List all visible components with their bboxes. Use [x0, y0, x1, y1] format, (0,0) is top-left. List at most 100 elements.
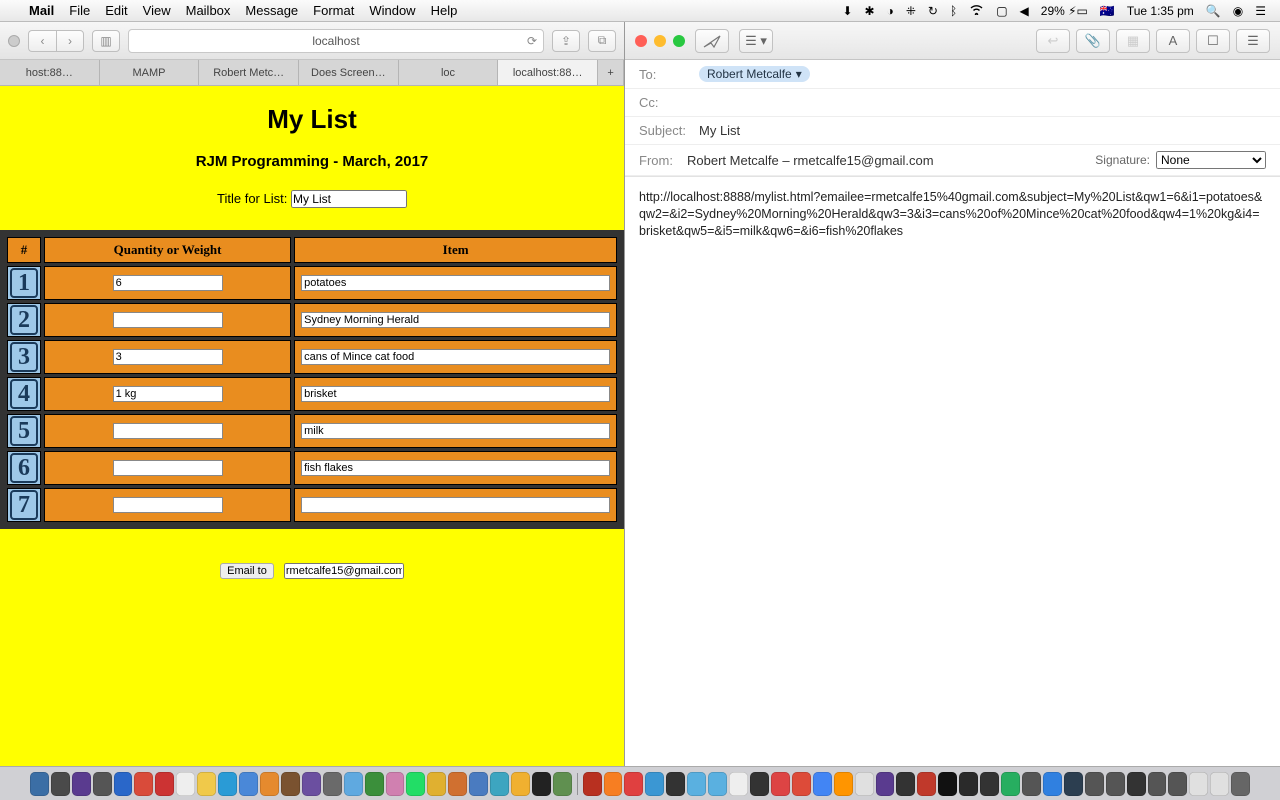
item-input[interactable]	[301, 423, 610, 439]
browser-tab[interactable]: host:88…	[0, 60, 100, 85]
dock-app-icon[interactable]	[51, 772, 70, 796]
browser-tab[interactable]: Does Screen…	[299, 60, 399, 85]
forward-button[interactable]: ›	[56, 30, 84, 52]
sidebar-button[interactable]: ▥	[92, 30, 120, 52]
dock-app-icon[interactable]	[176, 772, 195, 796]
dock-app-icon[interactable]	[980, 772, 999, 796]
flag-icon[interactable]: 🇦🇺	[1100, 4, 1115, 18]
dock-app-icon[interactable]	[93, 772, 112, 796]
dock-app-icon[interactable]	[855, 772, 874, 796]
battery-status[interactable]: 29% ⚡︎▭	[1041, 4, 1088, 18]
dock-app-icon[interactable]	[813, 772, 832, 796]
dock-app-icon[interactable]	[1231, 772, 1250, 796]
dock-app-icon[interactable]	[490, 772, 509, 796]
send-button[interactable]	[695, 29, 729, 53]
item-input[interactable]	[301, 497, 610, 513]
dock-app-icon[interactable]	[938, 772, 957, 796]
list-button[interactable]: ☰	[1236, 29, 1270, 53]
browser-tab[interactable]: loc	[399, 60, 499, 85]
dock-app-icon[interactable]	[427, 772, 446, 796]
dock-app-icon[interactable]	[365, 772, 384, 796]
dock-app-icon[interactable]	[876, 772, 895, 796]
dock-app-icon[interactable]	[792, 772, 811, 796]
qty-input[interactable]	[113, 460, 223, 476]
dock-app-icon[interactable]	[155, 772, 174, 796]
dock-app-icon[interactable]	[218, 772, 237, 796]
attach-button[interactable]: 📎	[1076, 29, 1110, 53]
subject-value[interactable]: My List	[699, 123, 740, 138]
dock-app-icon[interactable]	[1064, 772, 1083, 796]
close-button[interactable]	[635, 35, 647, 47]
item-input[interactable]	[301, 275, 610, 291]
qty-input[interactable]	[113, 423, 223, 439]
format-button[interactable]: ▦	[1116, 29, 1150, 53]
dock-app-icon[interactable]	[197, 772, 216, 796]
mail-body[interactable]: http://localhost:8888/mylist.html?emaile…	[625, 177, 1280, 252]
dock-app-icon[interactable]	[72, 772, 91, 796]
dock-app-icon[interactable]	[917, 772, 936, 796]
qty-input[interactable]	[113, 386, 223, 402]
dock-app-icon[interactable]	[1085, 772, 1104, 796]
dock-app-icon[interactable]	[511, 772, 530, 796]
dock-app-icon[interactable]	[1210, 772, 1229, 796]
dock-app-icon[interactable]	[302, 772, 321, 796]
header-fields-button[interactable]: ☰ ▾	[739, 29, 773, 53]
title-input[interactable]	[291, 190, 407, 208]
dock-app-icon[interactable]	[583, 772, 602, 796]
dock-app-icon[interactable]	[30, 772, 49, 796]
spotlight-icon[interactable]: 🔍	[1206, 4, 1221, 18]
dock-app-icon[interactable]	[645, 772, 664, 796]
dock-app-icon[interactable]	[1127, 772, 1146, 796]
dock-app-icon[interactable]	[708, 772, 727, 796]
item-input[interactable]	[301, 349, 610, 365]
item-input[interactable]	[301, 386, 610, 402]
back-button[interactable]: ‹	[28, 30, 56, 52]
dock-app-icon[interactable]	[1022, 772, 1041, 796]
zoom-button[interactable]	[673, 35, 685, 47]
dock-app-icon[interactable]	[1043, 772, 1062, 796]
dock-app-icon[interactable]	[729, 772, 748, 796]
share-button[interactable]: ⇪	[552, 30, 580, 52]
menu-view[interactable]: View	[143, 3, 171, 18]
dock-app-icon[interactable]	[469, 772, 488, 796]
status-icon-3[interactable]: ⁜	[906, 4, 916, 18]
dock-app-icon[interactable]	[134, 772, 153, 796]
dock-app-icon[interactable]	[553, 772, 572, 796]
signature-select[interactable]: None	[1156, 151, 1266, 169]
clock[interactable]: Tue 1:35 pm	[1127, 4, 1194, 18]
display-icon[interactable]: ▢	[996, 4, 1007, 18]
item-input[interactable]	[301, 312, 610, 328]
browser-tab-active[interactable]: localhost:88…	[498, 60, 598, 85]
menu-help[interactable]: Help	[431, 3, 458, 18]
dock-app-icon[interactable]	[532, 772, 551, 796]
menu-mailbox[interactable]: Mailbox	[186, 3, 231, 18]
menu-message[interactable]: Message	[245, 3, 298, 18]
wifi-icon[interactable]	[969, 4, 984, 18]
minimize-button[interactable]	[654, 35, 666, 47]
dock-app-icon[interactable]	[750, 772, 769, 796]
dock-app-icon[interactable]	[1106, 772, 1125, 796]
photo-button[interactable]: ☐	[1196, 29, 1230, 53]
download-icon[interactable]: ⬇︎	[842, 4, 852, 18]
timemachine-icon[interactable]: ↻	[928, 4, 938, 18]
qty-input[interactable]	[113, 349, 223, 365]
dock-app-icon[interactable]	[1189, 772, 1208, 796]
dock-app-icon[interactable]	[281, 772, 300, 796]
status-icon-2[interactable]: ◑	[887, 4, 894, 18]
volume-icon[interactable]: ◀︎	[1020, 4, 1029, 18]
siri-icon[interactable]: ◉	[1233, 4, 1243, 18]
status-icon[interactable]: ✱	[865, 4, 875, 18]
traffic-close[interactable]	[8, 35, 20, 47]
menu-format[interactable]: Format	[313, 3, 354, 18]
dock-app-icon[interactable]	[624, 772, 643, 796]
dock-app-icon[interactable]	[1168, 772, 1187, 796]
dock-app-icon[interactable]	[344, 772, 363, 796]
dock-app-icon[interactable]	[687, 772, 706, 796]
dock-app-icon[interactable]	[448, 772, 467, 796]
dock-app-icon[interactable]	[260, 772, 279, 796]
font-button[interactable]: A	[1156, 29, 1190, 53]
address-bar[interactable]: localhost ⟳	[128, 29, 544, 53]
dock-app-icon[interactable]	[604, 772, 623, 796]
dock-app-icon[interactable]	[239, 772, 258, 796]
tabs-button[interactable]: ⧉	[588, 30, 616, 52]
